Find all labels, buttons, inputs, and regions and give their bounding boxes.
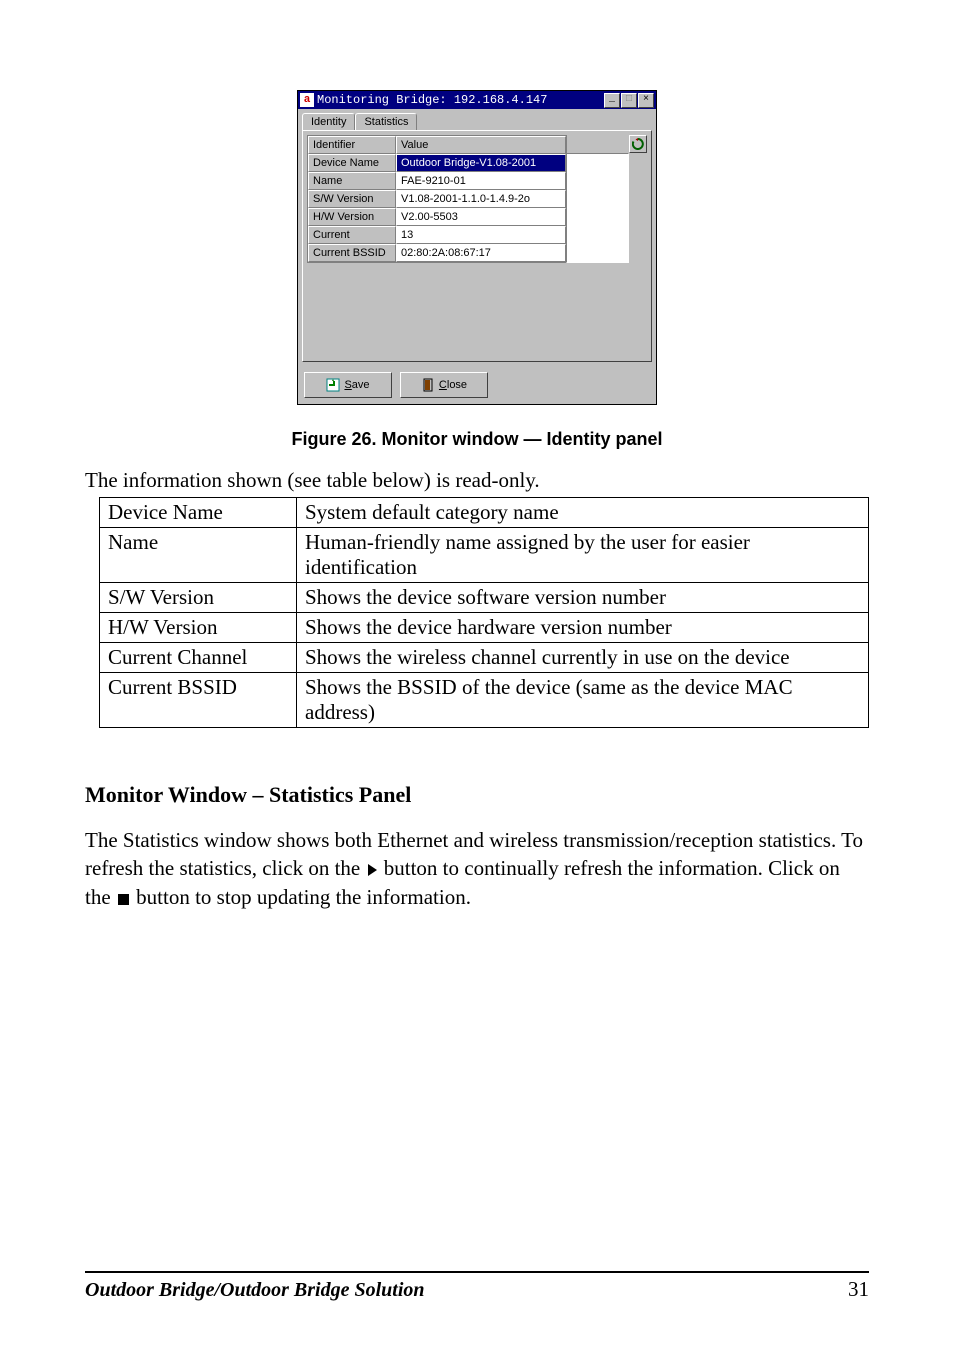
cell-desc: Shows the BSSID of the device (same as t… <box>297 673 869 728</box>
identity-table: Identifier Value Device Name Outdoor Bri… <box>307 135 567 263</box>
info-table: Device Name System default category name… <box>99 497 869 728</box>
monitor-window: a Monitoring Bridge: 192.168.4.147 _ □ ×… <box>297 90 657 405</box>
save-icon <box>326 378 340 392</box>
tab-identity[interactable]: Identity <box>302 113 355 130</box>
cell-val: FAE-9210-01 <box>396 172 566 190</box>
close-button[interactable]: Close <box>400 372 488 398</box>
refresh-button[interactable] <box>629 135 647 153</box>
table-row: Current Channel Shows the wireless chann… <box>100 643 869 673</box>
tab-strip: IdentityStatistics <box>298 109 656 130</box>
text: button to stop updating the information. <box>131 885 471 909</box>
cell-id: Device Name <box>308 154 396 172</box>
paragraph: The Statistics window shows both Etherne… <box>85 826 869 911</box>
cell-desc: Shows the device hardware version number <box>297 613 869 643</box>
section-heading: Monitor Window – Statistics Panel <box>85 782 869 808</box>
cell-desc: Shows the wireless channel currently in … <box>297 643 869 673</box>
intro-text: The information shown (see table below) … <box>85 468 869 493</box>
cell-val: Outdoor Bridge-V1.08-2001 <box>396 154 566 172</box>
cell-id: Current Channel <box>308 226 396 244</box>
cell-key: Current Channel <box>100 643 297 673</box>
cell-desc: Human-friendly name assigned by the user… <box>297 528 869 583</box>
table-row[interactable]: H/W Version V2.00-5503 <box>308 208 566 226</box>
door-icon <box>421 378 435 392</box>
button-bar: Save Close <box>298 366 656 404</box>
cell-val: 02:80:2A:08:67:17 <box>396 244 566 262</box>
cell-val: V1.08-2001-1.1.0-1.4.9-2o <box>396 190 566 208</box>
close-label: Close <box>439 379 467 391</box>
save-button[interactable]: Save <box>304 372 392 398</box>
minimize-button[interactable]: _ <box>604 93 620 108</box>
cell-key: Current BSSID <box>100 673 297 728</box>
figure-caption: Figure 26. Monitor window — Identity pan… <box>85 429 869 450</box>
table-row[interactable]: Name FAE-9210-01 <box>308 172 566 190</box>
cell-id: H/W Version <box>308 208 396 226</box>
col-value: Value <box>396 136 566 154</box>
refresh-icon <box>632 138 644 150</box>
col-identifier: Identifier <box>308 136 396 154</box>
cell-val: V2.00-5503 <box>396 208 566 226</box>
maximize-button[interactable]: □ <box>621 93 637 108</box>
table-row[interactable]: Current Channel 13 <box>308 226 566 244</box>
table-row: Current BSSID Shows the BSSID of the dev… <box>100 673 869 728</box>
table-row[interactable]: Current BSSID 02:80:2A:08:67:17 <box>308 244 566 262</box>
table-row[interactable]: S/W Version V1.08-2001-1.1.0-1.4.9-2o <box>308 190 566 208</box>
cell-id: Name <box>308 172 396 190</box>
play-icon <box>368 864 377 876</box>
cell-id: Current BSSID <box>308 244 396 262</box>
cell-key: H/W Version <box>100 613 297 643</box>
app-icon: a <box>300 93 314 107</box>
stop-icon <box>118 894 129 905</box>
save-label: Save <box>344 379 369 391</box>
cell-key: Name <box>100 528 297 583</box>
footer-rule <box>85 1271 869 1273</box>
cell-desc: Shows the device software version number <box>297 583 869 613</box>
close-window-button[interactable]: × <box>638 93 654 108</box>
cell-key: S/W Version <box>100 583 297 613</box>
table-row: H/W Version Shows the device hardware ve… <box>100 613 869 643</box>
page-footer: Outdoor Bridge/Outdoor Bridge Solution 3… <box>85 1271 869 1302</box>
identity-panel: Identifier Value Device Name Outdoor Bri… <box>302 130 652 362</box>
table-row: Device Name System default category name <box>100 498 869 528</box>
detail-pane <box>566 153 629 263</box>
table-row[interactable]: Device Name Outdoor Bridge-V1.08-2001 <box>308 154 566 172</box>
cell-val: 13 <box>396 226 566 244</box>
window-title: Monitoring Bridge: 192.168.4.147 <box>317 93 603 107</box>
footer-title: Outdoor Bridge/Outdoor Bridge Solution <box>85 1279 425 1302</box>
table-row: Name Human-friendly name assigned by the… <box>100 528 869 583</box>
cell-desc: System default category name <box>297 498 869 528</box>
titlebar: a Monitoring Bridge: 192.168.4.147 _ □ × <box>298 91 656 109</box>
tab-statistics[interactable]: Statistics <box>355 113 417 130</box>
cell-key: Device Name <box>100 498 297 528</box>
table-row: S/W Version Shows the device software ve… <box>100 583 869 613</box>
cell-id: S/W Version <box>308 190 396 208</box>
page-number: 31 <box>848 1277 869 1302</box>
